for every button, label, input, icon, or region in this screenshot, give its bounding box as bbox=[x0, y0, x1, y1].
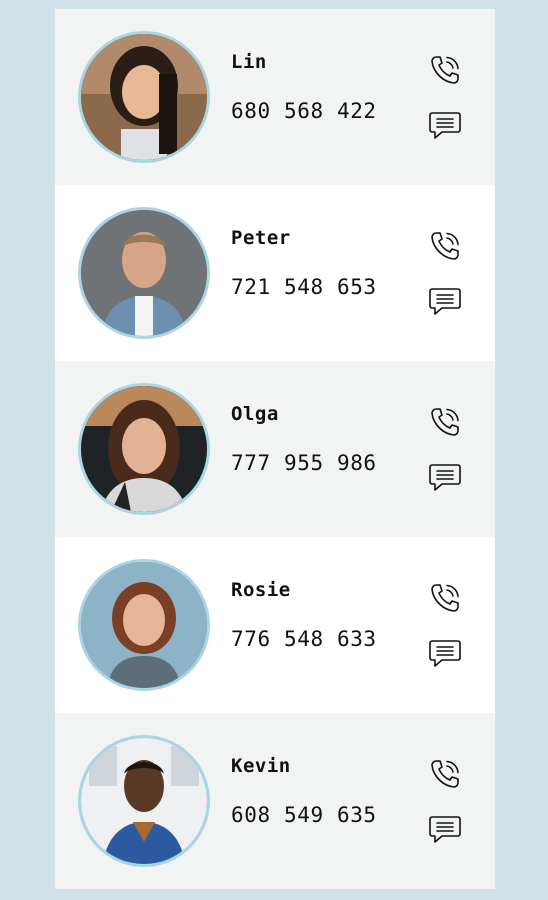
contact-name: Lin bbox=[231, 51, 267, 73]
avatar bbox=[78, 207, 210, 339]
message-icon[interactable] bbox=[427, 282, 463, 318]
contact-phone: 721 548 653 bbox=[231, 275, 377, 299]
contact-phone: 776 548 633 bbox=[231, 627, 377, 651]
avatar bbox=[78, 735, 210, 867]
message-icon[interactable] bbox=[427, 634, 463, 670]
contact-row: Rosie 776 548 633 bbox=[55, 537, 495, 713]
message-icon[interactable] bbox=[427, 106, 463, 142]
phone-call-icon[interactable] bbox=[427, 228, 463, 264]
contact-row: Kevin 608 549 635 bbox=[55, 713, 495, 889]
contact-name: Kevin bbox=[231, 755, 291, 777]
contact-phone: 608 549 635 bbox=[231, 803, 377, 827]
avatar bbox=[78, 559, 210, 691]
contact-phone: 680 568 422 bbox=[231, 99, 377, 123]
contact-name: Peter bbox=[231, 227, 291, 249]
contact-row: Peter 721 548 653 bbox=[55, 185, 495, 361]
message-icon[interactable] bbox=[427, 458, 463, 494]
phone-call-icon[interactable] bbox=[427, 580, 463, 616]
message-icon[interactable] bbox=[427, 810, 463, 846]
contact-phone: 777 955 986 bbox=[231, 451, 377, 475]
contact-list: Lin 680 568 422 Peter 721 548 653 Olga 7… bbox=[55, 9, 495, 889]
avatar bbox=[78, 31, 210, 163]
phone-call-icon[interactable] bbox=[427, 756, 463, 792]
phone-call-icon[interactable] bbox=[427, 52, 463, 88]
avatar bbox=[78, 383, 210, 515]
contact-row: Olga 777 955 986 bbox=[55, 361, 495, 537]
phone-call-icon[interactable] bbox=[427, 404, 463, 440]
contact-name: Olga bbox=[231, 403, 279, 425]
contact-row: Lin 680 568 422 bbox=[55, 9, 495, 185]
contact-name: Rosie bbox=[231, 579, 291, 601]
